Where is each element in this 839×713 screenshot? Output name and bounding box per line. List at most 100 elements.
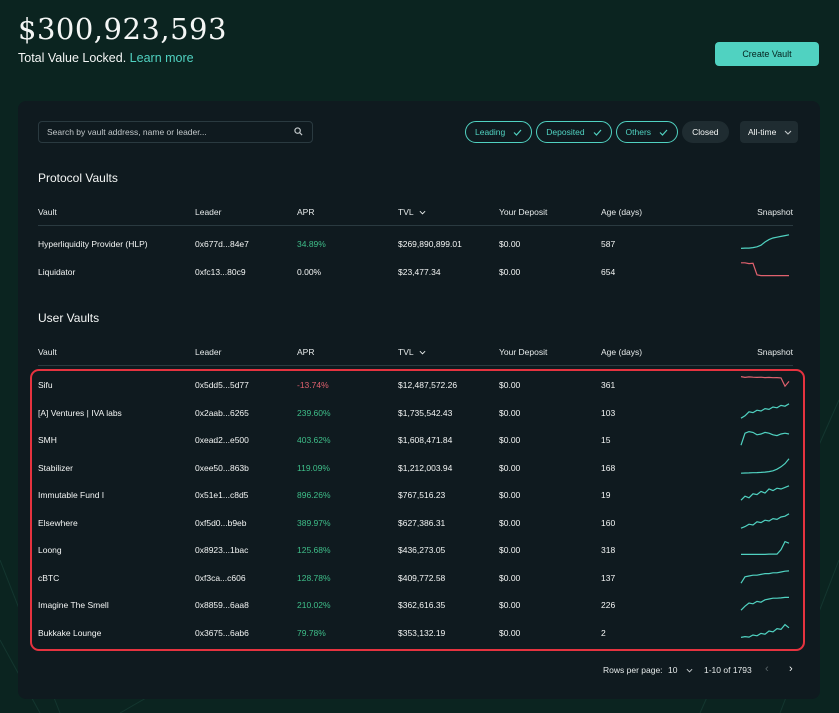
total-value-locked-caption: Total Value Locked. Learn more — [18, 51, 194, 65]
snapshot-sparkline — [740, 234, 790, 249]
filter-deposited[interactable]: Deposited — [536, 121, 612, 143]
create-vault-button[interactable]: Create Vault — [715, 42, 819, 66]
apr-value: 0.00% — [297, 267, 322, 277]
deposit-value: $0.00 — [499, 490, 521, 500]
column-leader[interactable]: Leader — [195, 347, 221, 357]
total-value-locked-amount: $300,923,593 — [18, 12, 227, 46]
snapshot-sparkline — [740, 376, 790, 388]
check-icon — [513, 129, 522, 136]
rows-per-page-label: Rows per page: — [603, 665, 663, 675]
tvl-value: $12,487,572.26 — [398, 380, 458, 390]
search-input[interactable] — [47, 127, 294, 137]
sparkline-path — [740, 457, 790, 474]
tvl-value: $627,386.31 — [398, 517, 446, 528]
deposit-value: $0.00 — [499, 462, 521, 473]
filter-closed[interactable]: Closed — [682, 121, 729, 143]
sparkline-path — [741, 262, 789, 277]
filter-label: Closed — [692, 127, 719, 137]
column-your-deposit[interactable]: Your Deposit — [499, 207, 547, 217]
filter-others[interactable]: Others — [615, 121, 679, 143]
column-tvl[interactable]: TVL — [398, 347, 426, 357]
tvl-value: $269,890,899.01 — [398, 239, 462, 249]
table-row[interactable]: Hyperliquidity Provider (HLP) 0x677d...84… — [38, 234, 793, 252]
age-value: 318 — [601, 545, 616, 555]
sparkline-path — [740, 623, 790, 638]
learn-more-link[interactable]: Learn more — [130, 51, 194, 65]
sparkline-path — [740, 512, 790, 529]
tvl-caption-text: Total Value Locked. — [18, 51, 127, 65]
prev-page-icon[interactable]: ‹ — [765, 663, 769, 675]
chevron-down-icon — [784, 130, 792, 135]
table-row[interactable]: [A] Ventures | IVA labs 0x2aab...6265 239.… — [38, 402, 793, 421]
column-vault[interactable]: Vault — [38, 347, 57, 357]
snapshot-sparkline — [740, 596, 789, 611]
vault-name: Imagine The Smell — [38, 600, 109, 610]
age-value: 137 — [601, 572, 616, 583]
sparkline-path — [740, 569, 790, 584]
sparkline-path — [740, 430, 790, 446]
deposit-value: $0.00 — [499, 572, 521, 583]
table-row[interactable]: Sifu 0x5dd5...5d77 -13.74% $12,487,572.26 $0… — [38, 376, 793, 393]
vault-name: [A] Ventures | IVA labs — [38, 407, 122, 418]
table-row[interactable]: Loong 0x8923...1bac 125.68% $436,273.05 $0.0… — [38, 540, 793, 558]
deposit-value: $0.00 — [499, 267, 521, 277]
table-row[interactable]: SMH 0xead2...e500 403.62% $1,608,471.84 $0.0… — [38, 430, 793, 448]
leader-address: 0x8859...6aa8 — [195, 600, 249, 610]
filter-label: Leading — [475, 127, 506, 137]
tvl-value: $409,772.58 — [398, 572, 446, 583]
column-apr[interactable]: APR — [297, 207, 314, 217]
leader-address: 0xee50...863b — [195, 462, 249, 473]
column-leader[interactable]: Leader — [195, 207, 221, 217]
age-value: 361 — [601, 380, 616, 390]
apr-value: 896.26% — [297, 490, 331, 500]
sparkline-path — [740, 376, 790, 388]
sparkline-path — [740, 485, 790, 501]
column-age[interactable]: Age (days) — [601, 207, 642, 217]
snapshot-sparkline — [740, 402, 790, 419]
age-value: 587 — [601, 239, 616, 249]
chevron-down-icon — [686, 668, 693, 673]
vault-name: cBTC — [38, 572, 60, 583]
snapshot-sparkline — [740, 457, 790, 474]
apr-value: 239.60% — [297, 407, 331, 418]
vaults-card: Leading Deposited Others Closed All-time… — [18, 101, 820, 699]
search-icon[interactable] — [294, 127, 304, 137]
table-row[interactable]: cBTC 0xf3ca...c606 128.78% $409,772.58 $0.00… — [38, 569, 793, 586]
table-row[interactable]: Stabilizer 0xee50...863b 119.09% $1,212,003… — [38, 457, 793, 476]
next-page-icon[interactable]: › — [789, 663, 793, 675]
tvl-value: $436,273.05 — [398, 545, 446, 555]
age-value: 226 — [601, 600, 616, 610]
tvl-value: $23,477.34 — [398, 267, 441, 277]
column-your-deposit[interactable]: Your Deposit — [499, 347, 547, 357]
header-divider — [38, 225, 793, 226]
snapshot-sparkline — [740, 430, 790, 446]
table-row[interactable]: Liquidator 0xfc13...80c9 0.00% $23,477.34 $0… — [38, 262, 793, 280]
check-icon — [659, 129, 668, 136]
age-value: 168 — [601, 462, 616, 473]
vault-name: Bukkake Lounge — [38, 627, 102, 638]
check-icon — [593, 129, 601, 136]
rows-per-page-select[interactable]: 10 — [668, 665, 693, 675]
time-range-select[interactable]: All-time — [740, 121, 798, 143]
apr-value: 125.68% — [297, 545, 331, 555]
deposit-value: $0.00 — [499, 600, 521, 610]
vault-name: Loong — [38, 545, 62, 555]
column-snapshot: Snapshot — [757, 207, 793, 217]
apr-value: 79.78% — [297, 627, 326, 638]
table-row[interactable]: Bukkake Lounge 0x3675...6ab6 79.78% $353,13… — [38, 623, 793, 641]
protocol-vaults-title: Protocol Vaults — [38, 171, 118, 185]
table-row[interactable]: Elsewhere 0xf5d0...b9eb 389.97% $627,386.31… — [38, 512, 793, 531]
deposit-value: $0.00 — [499, 435, 521, 445]
table-row[interactable]: Immutable Fund I 0x51e1...c8d5 896.26% $767… — [38, 485, 793, 503]
filter-leading[interactable]: Leading — [465, 121, 533, 143]
table-row[interactable]: Imagine The Smell 0x8859...6aa8 210.02% $36… — [38, 596, 793, 613]
column-age[interactable]: Age (days) — [601, 347, 642, 357]
apr-value: 128.78% — [297, 572, 331, 583]
column-vault[interactable]: Vault — [38, 207, 57, 217]
column-apr[interactable]: APR — [297, 347, 314, 357]
protocol-table-header: Vault Leader APR TVL Your Deposit Age (d… — [38, 207, 793, 219]
column-tvl[interactable]: TVL — [398, 207, 426, 217]
search-box[interactable] — [38, 121, 313, 143]
leader-address: 0xf5d0...b9eb — [195, 517, 247, 528]
vault-name: SMH — [38, 435, 57, 445]
